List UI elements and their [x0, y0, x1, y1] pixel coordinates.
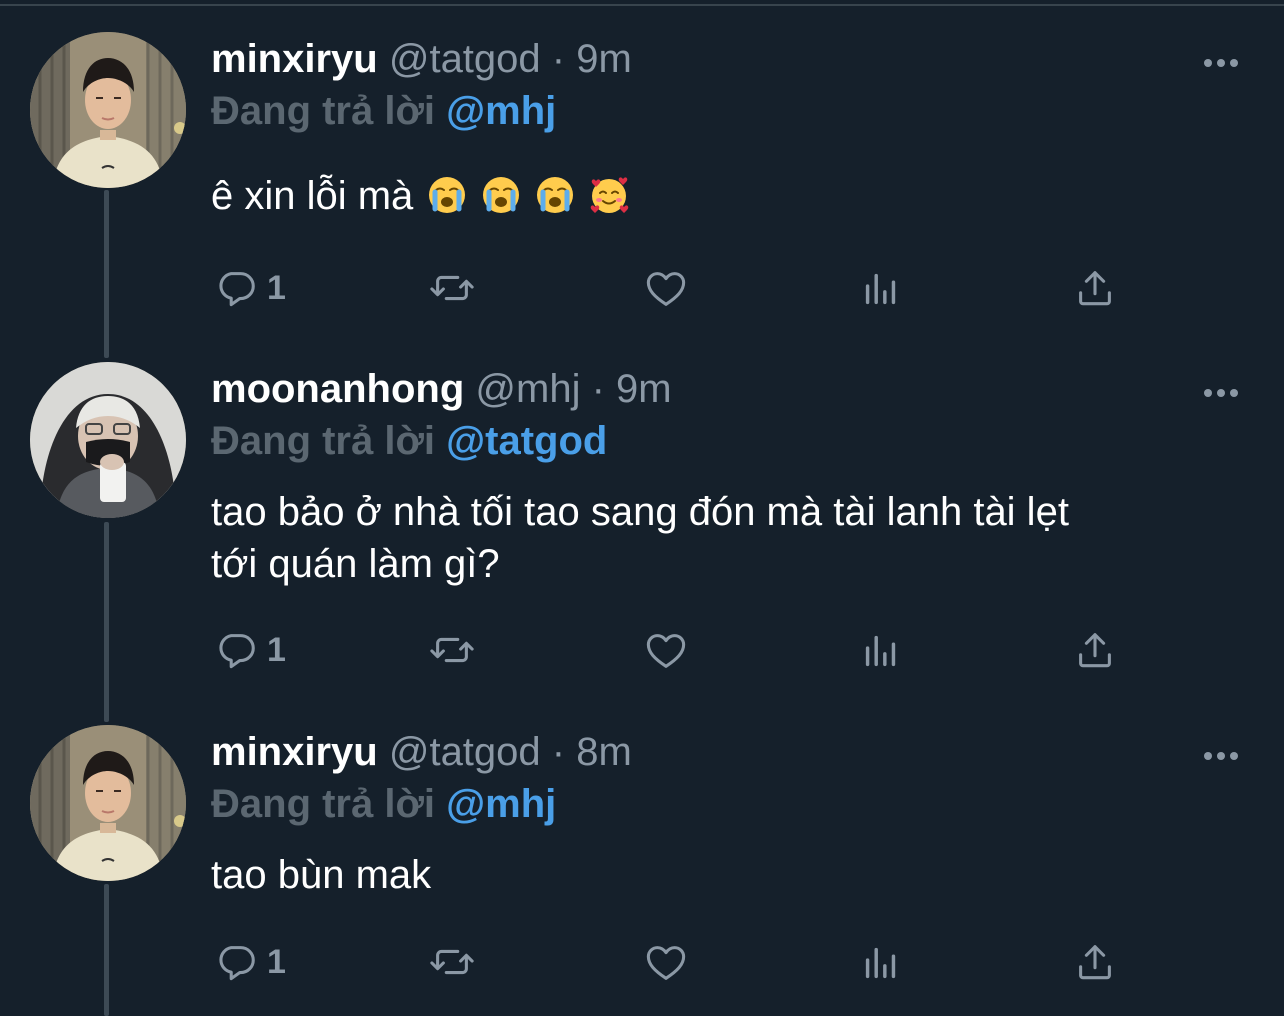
smiling-face-with-hearts-emoji: [589, 175, 629, 215]
tweet-text-content: ê xin lỗi mà: [211, 174, 414, 218]
retweet-button[interactable]: [429, 620, 475, 680]
timestamp[interactable]: 9m: [616, 367, 672, 411]
retweet-icon: [429, 265, 475, 311]
username-handle[interactable]: @tatgod: [389, 730, 541, 774]
replying-to-label: Đang trả lời: [211, 782, 436, 826]
analytics-button[interactable]: [858, 620, 904, 680]
share-button[interactable]: [1072, 932, 1118, 992]
tweet-text: tao bùn mak: [211, 849, 1251, 901]
reply-button[interactable]: 1: [213, 258, 286, 318]
replying-to: Đang trả lời @mhj: [211, 86, 556, 136]
tweet-text-line: tới quán làm gì?: [211, 542, 500, 586]
analytics-icon: [858, 265, 904, 311]
share-icon: [1072, 627, 1118, 673]
tweet-actions: 1: [0, 932, 1284, 992]
loudly-crying-face-emoji: [535, 175, 575, 215]
display-name[interactable]: minxiryu: [211, 730, 378, 774]
avatar-image: [30, 362, 186, 518]
username-handle[interactable]: @tatgod: [389, 37, 541, 81]
top-divider: [0, 0, 1284, 6]
retweet-icon: [429, 627, 475, 673]
tweet-actions: 1: [0, 258, 1284, 318]
analytics-button[interactable]: [858, 258, 904, 318]
separator-dot: ·: [551, 730, 566, 774]
reply-icon: [213, 627, 259, 673]
tweet-text-line: tao bảo ở nhà tối tao sang đón mà tài la…: [211, 490, 1069, 534]
avatar[interactable]: [30, 32, 186, 188]
reply-button[interactable]: 1: [213, 620, 286, 680]
loudly-crying-face-emoji: [481, 175, 521, 215]
reply-icon: [213, 939, 259, 985]
reply-count: 1: [267, 942, 286, 981]
display-name[interactable]: moonanhong: [211, 367, 464, 411]
heart-icon: [643, 627, 689, 673]
more-icon[interactable]: [1196, 48, 1246, 78]
tweet-header: minxiryu @tatgod · 8m: [211, 727, 632, 777]
tweet-text: ê xin lỗi mà: [211, 170, 1251, 222]
retweet-button[interactable]: [429, 932, 475, 992]
display-name[interactable]: minxiryu: [211, 37, 378, 81]
tweet-header: minxiryu @tatgod · 9m: [211, 34, 632, 84]
avatar[interactable]: [30, 725, 186, 881]
share-icon: [1072, 939, 1118, 985]
heart-icon: [643, 939, 689, 985]
reply-count: 1: [267, 268, 286, 307]
analytics-icon: [858, 627, 904, 673]
reply-icon: [213, 265, 259, 311]
replying-to-mention[interactable]: @mhj: [446, 782, 556, 826]
like-button[interactable]: [643, 932, 689, 992]
like-button[interactable]: [643, 258, 689, 318]
tweet-text-content: tao bùn mak: [211, 853, 432, 897]
replying-to-label: Đang trả lời: [211, 419, 436, 463]
replying-to: Đang trả lời @mhj: [211, 779, 556, 829]
heart-icon: [643, 265, 689, 311]
separator-dot: ·: [591, 367, 605, 411]
replying-to-mention[interactable]: @mhj: [446, 89, 556, 133]
reply-button[interactable]: 1: [213, 932, 286, 992]
timestamp[interactable]: 8m: [576, 730, 632, 774]
share-button[interactable]: [1072, 258, 1118, 318]
retweet-button[interactable]: [429, 258, 475, 318]
timestamp[interactable]: 9m: [576, 37, 632, 81]
tweet-actions: 1: [0, 620, 1284, 680]
more-icon[interactable]: [1196, 741, 1246, 771]
avatar[interactable]: [30, 362, 186, 518]
tweet-text: tao bảo ở nhà tối tao sang đón mà tài la…: [211, 486, 1251, 590]
loudly-crying-face-emoji: [427, 175, 467, 215]
tweet-header: moonanhong @mhj · 9m: [211, 364, 672, 414]
share-button[interactable]: [1072, 620, 1118, 680]
separator-dot: ·: [551, 37, 566, 81]
replying-to-label: Đang trả lời: [211, 89, 436, 133]
replying-to: Đang trả lời @tatgod: [211, 416, 607, 466]
more-icon[interactable]: [1196, 378, 1246, 408]
username-handle[interactable]: @mhj: [475, 367, 580, 411]
retweet-icon: [429, 939, 475, 985]
analytics-button[interactable]: [858, 932, 904, 992]
reply-count: 1: [267, 630, 286, 669]
replying-to-mention[interactable]: @tatgod: [446, 419, 607, 463]
like-button[interactable]: [643, 620, 689, 680]
analytics-icon: [858, 939, 904, 985]
share-icon: [1072, 265, 1118, 311]
avatar-image: [30, 725, 186, 881]
avatar-image: [30, 32, 186, 188]
